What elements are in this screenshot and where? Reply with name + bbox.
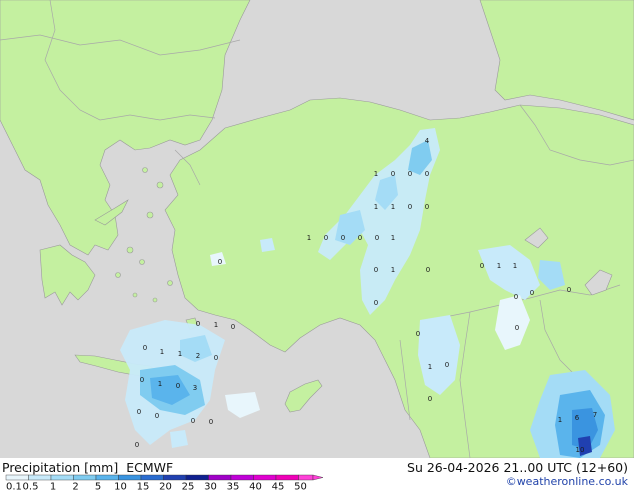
scale-tick-label: 45 bbox=[272, 482, 285, 490]
precip-value-label: 0 bbox=[143, 344, 147, 352]
precip-value-label: 1 bbox=[391, 266, 395, 274]
precip-value-label: 0 bbox=[416, 330, 420, 338]
precip-value-label: 0 bbox=[374, 299, 378, 307]
scale-tick-label: 15 bbox=[137, 482, 150, 490]
precip-value-label: 1 bbox=[391, 234, 395, 242]
precip-value-label: 0 bbox=[425, 170, 429, 178]
precip-value-label: 0 bbox=[135, 441, 139, 449]
precip-value-label: 0 bbox=[140, 376, 144, 384]
precip-value-label: 0 bbox=[391, 170, 395, 178]
precip-value-label: 1 bbox=[428, 363, 432, 371]
precip-value-label: 0 bbox=[480, 262, 484, 270]
scale-swatch bbox=[140, 474, 164, 481]
scale-tick-label: 1 bbox=[50, 482, 56, 490]
scale-swatch bbox=[253, 474, 277, 481]
precip-value-label: 0 bbox=[191, 417, 195, 425]
precip-value-label: 2 bbox=[196, 352, 200, 360]
scale-tick-label: 10 bbox=[114, 482, 127, 490]
precip-value-label: 0 bbox=[408, 203, 412, 211]
precip-value-label: 0 bbox=[137, 408, 141, 416]
precip-value-label: 0 bbox=[530, 289, 534, 297]
precipitation-map: 4100011001000010010001100010011200010300… bbox=[0, 0, 634, 458]
scale-swatch bbox=[230, 474, 254, 481]
scale-swatch bbox=[275, 474, 299, 481]
scale-swatch bbox=[5, 474, 29, 481]
precip-value-label: 1 bbox=[374, 203, 378, 211]
precip-value-label: 0 bbox=[358, 234, 362, 242]
scale-tick-label: 2 bbox=[72, 482, 78, 490]
precip-value-label: 0 bbox=[515, 324, 519, 332]
scale-arrow bbox=[312, 474, 324, 481]
color-scale: 0.1 0.5 1 2 5 10 15 20 25 30 35 40 45 50 bbox=[5, 474, 324, 490]
scale-swatch bbox=[163, 474, 187, 481]
precip-value-label: 0 bbox=[408, 170, 412, 178]
scale-tick-label: 50 bbox=[294, 482, 307, 490]
precip-value-label: 0 bbox=[341, 234, 345, 242]
scale-tick-label: 0.1 bbox=[6, 482, 22, 490]
precip-value-label: 0 bbox=[425, 203, 429, 211]
precip-value-label: 0 bbox=[196, 320, 200, 328]
legend: Precipitation [mm] ECMWF Su 26-04-2026 21… bbox=[0, 458, 634, 490]
scale-swatch bbox=[298, 474, 314, 481]
scale-tick-label: 35 bbox=[227, 482, 240, 490]
precip-value-label: 0 bbox=[218, 258, 222, 266]
scale-swatch bbox=[185, 474, 209, 481]
scale-swatch bbox=[95, 474, 119, 481]
scale-tick-label: 30 bbox=[204, 482, 217, 490]
scale-tick-label: 40 bbox=[249, 482, 262, 490]
legend-variable: Precipitation [mm] bbox=[2, 460, 119, 475]
precip-value-label: 1 bbox=[374, 170, 378, 178]
precip-value-label: 0 bbox=[514, 293, 518, 301]
precip-value-label: 0 bbox=[428, 395, 432, 403]
precip-value-label: 1 bbox=[497, 262, 501, 270]
precip-value-label: 0 bbox=[567, 286, 571, 294]
precip-value-label: 1 bbox=[158, 380, 162, 388]
legend-title: Precipitation [mm] ECMWF bbox=[2, 460, 181, 475]
precip-value-label: 1 bbox=[391, 203, 395, 211]
precip-value-label: 1 bbox=[307, 234, 311, 242]
precip-value-label: 0 bbox=[445, 361, 449, 369]
precip-value-label: 0 bbox=[209, 418, 213, 426]
scale-tick-label: 20 bbox=[159, 482, 172, 490]
credit-link[interactable]: ©weatheronline.co.uk bbox=[506, 475, 628, 488]
precip-value-label: 1 bbox=[513, 262, 517, 270]
precip-value-label: 0 bbox=[375, 234, 379, 242]
precip-value-label: 0 bbox=[324, 234, 328, 242]
precip-value-label: 1 bbox=[214, 321, 218, 329]
legend-model: ECMWF bbox=[126, 460, 174, 475]
precip-value-label: 3 bbox=[193, 384, 197, 392]
scale-tick-label: 5 bbox=[95, 482, 101, 490]
precip-value-label: 1 bbox=[558, 416, 562, 424]
precip-value-label: 6 bbox=[575, 414, 580, 422]
precip-value-label: 0 bbox=[426, 266, 430, 274]
scale-swatch bbox=[28, 474, 52, 481]
scale-tick-label: 0.5 bbox=[23, 482, 39, 490]
scale-swatch bbox=[73, 474, 97, 481]
precip-value-label: 0 bbox=[176, 382, 180, 390]
scale-swatch bbox=[50, 474, 74, 481]
scale-tick-label: 25 bbox=[182, 482, 195, 490]
precip-value-label: 0 bbox=[374, 266, 378, 274]
precip-value-label: 4 bbox=[425, 137, 430, 145]
precip-value-label: 0 bbox=[214, 354, 218, 362]
scale-swatch bbox=[208, 474, 232, 481]
scale-swatch bbox=[118, 474, 142, 481]
forecast-datetime: Su 26-04-2026 21..00 UTC (12+60) bbox=[407, 460, 628, 475]
precip-value-label: 0 bbox=[155, 412, 159, 420]
precip-value-label: 10 bbox=[576, 446, 585, 454]
precip-value-label: 7 bbox=[593, 411, 597, 419]
precip-value-label: 1 bbox=[160, 348, 164, 356]
precip-value-label: 1 bbox=[178, 350, 182, 358]
precip-value-label: 0 bbox=[231, 323, 235, 331]
